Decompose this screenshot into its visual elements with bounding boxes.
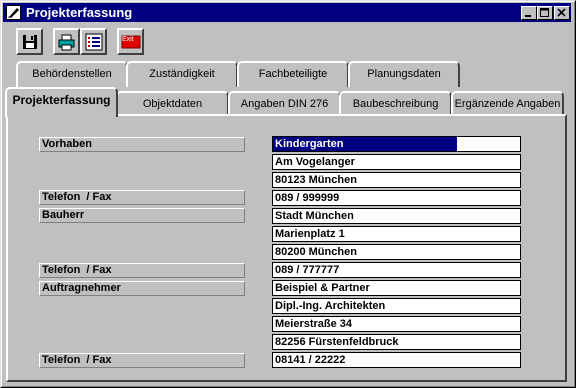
print-button[interactable] — [53, 28, 80, 55]
floppy-disk-icon — [23, 35, 37, 49]
app-pen-icon — [6, 5, 21, 20]
label-bauherr: Bauherr — [39, 208, 245, 223]
label-telefon-fax-auftragnehmer: Telefon / Fax — [39, 353, 245, 368]
vorhaben-city-field[interactable]: 80123 München — [272, 172, 521, 188]
application-window: Projekterfassung Exit Behördenstellen Zu… — [0, 0, 576, 388]
list-button[interactable] — [80, 28, 107, 55]
tab-zustaendigkeit[interactable]: Zuständigkeit — [126, 61, 238, 87]
maximize-button[interactable] — [537, 6, 553, 20]
auftragnehmer-phone-field[interactable]: 08141 / 22222 — [272, 352, 521, 368]
vorhaben-name-field[interactable]: Kindergarten — [272, 136, 521, 152]
label-telefon-fax-vorhaben: Telefon / Fax — [39, 190, 245, 205]
close-button[interactable] — [554, 6, 570, 20]
list-icon — [85, 33, 103, 51]
printer-icon — [58, 34, 75, 51]
bauherr-phone-field[interactable]: 089 / 777777 — [272, 262, 521, 278]
vorhaben-phone-field[interactable]: 089 / 999999 — [272, 190, 521, 206]
auftragnehmer-street-field[interactable]: Meierstraße 34 — [272, 316, 521, 332]
label-auftragnehmer: Auftragnehmer — [39, 281, 245, 296]
minimize-button[interactable] — [521, 6, 537, 20]
bauherr-name-field[interactable]: Stadt München — [272, 208, 521, 224]
save-button[interactable] — [16, 28, 43, 55]
label-vorhaben: Vorhaben — [39, 137, 245, 152]
tab-projekterfassung[interactable]: Projekterfassung — [5, 87, 118, 117]
auftragnehmer-name-field[interactable]: Beispiel & Partner — [272, 280, 521, 296]
auftragnehmer-city-field[interactable]: 82256 Fürstenfeldbruck — [272, 334, 521, 350]
auftragnehmer-title-field[interactable]: Dipl.-Ing. Architekten — [272, 298, 521, 314]
exit-label: Exit — [122, 36, 134, 43]
selected-text: Kindergarten — [273, 137, 457, 151]
exit-button[interactable]: Exit — [117, 28, 144, 55]
bauherr-city-field[interactable]: 80200 München — [272, 244, 521, 260]
tab-fachbeteiligte[interactable]: Fachbeteiligte — [237, 61, 349, 87]
tab-planungsdaten[interactable]: Planungsdaten — [348, 61, 460, 87]
label-telefon-fax-bauherr: Telefon / Fax — [39, 263, 245, 278]
window-title: Projekterfassung — [26, 5, 133, 20]
title-bar[interactable]: Projekterfassung — [3, 3, 571, 22]
tab-behoerdenstellen[interactable]: Behördenstellen — [16, 61, 128, 87]
bauherr-street-field[interactable]: Marienplatz 1 — [272, 226, 521, 242]
vorhaben-street-field[interactable]: Am Vogelanger — [272, 154, 521, 170]
